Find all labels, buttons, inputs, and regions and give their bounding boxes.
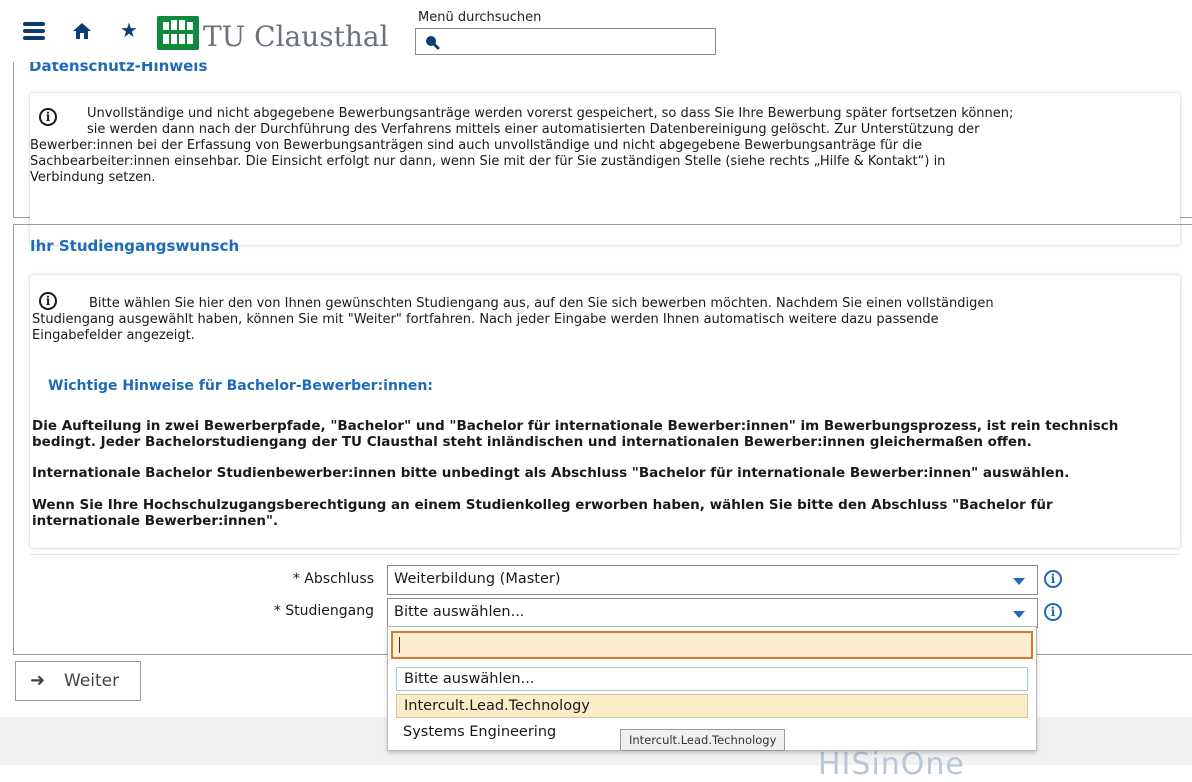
studiengang-label: * Studiengang xyxy=(273,603,374,619)
section-divider xyxy=(30,554,1180,555)
text-cursor xyxy=(399,637,400,653)
weiter-button-label: Weiter xyxy=(64,671,120,691)
tu-clausthal-emblem-icon xyxy=(157,16,199,50)
study-program-panel: Ihr Studiengangswunsch i Bitte wählen Si… xyxy=(13,224,1192,655)
privacy-panel: Datenschutz-Hinweis i Unvollständige und… xyxy=(13,45,1192,245)
info-icon: i xyxy=(39,108,57,126)
privacy-text-line: Sachbearbeiter:innen einsehbar. Die Eins… xyxy=(30,154,946,169)
search-icon xyxy=(426,36,440,50)
hint-paragraph-line: Wenn Sie Ihre Hochschulzugangsberechtigu… xyxy=(32,497,1053,513)
hint-paragraph-line: Internationale Bachelor Studienbewerber:… xyxy=(32,465,1070,481)
hint-paragraph-line: internationale Bewerber:innen". xyxy=(32,513,279,529)
privacy-text-line: Bewerber:innen bei der Erfassung von Bew… xyxy=(30,138,923,153)
dropdown-option[interactable]: Bitte auswählen... xyxy=(396,667,1028,691)
privacy-text-line: sie werden dann nach der Durchführung de… xyxy=(87,122,980,137)
chevron-down-icon xyxy=(1013,578,1025,585)
info-icon: i xyxy=(39,292,57,310)
weiter-button[interactable]: ➜ Weiter xyxy=(15,661,141,701)
study-info-line: Bitte wählen Sie hier den von Ihnen gewü… xyxy=(89,296,994,311)
study-panel-title: Ihr Studiengangswunsch xyxy=(30,237,240,255)
abschluss-select[interactable]: Weiterbildung (Master) xyxy=(387,565,1038,595)
home-icon[interactable] xyxy=(72,22,92,40)
hint-paragraph-line: Die Aufteilung in zwei Bewerberpfade, "B… xyxy=(32,418,1119,434)
logo-text: TU Clausthal xyxy=(203,20,389,53)
abschluss-value: Weiterbildung (Master) xyxy=(394,571,561,587)
abschluss-label: * Abschluss xyxy=(292,571,374,587)
tu-clausthal-logo[interactable]: TU Clausthal xyxy=(157,16,421,56)
menu-search-input[interactable] xyxy=(415,28,716,55)
menu-icon[interactable] xyxy=(23,22,45,40)
chevron-down-icon xyxy=(1013,611,1025,618)
studiengang-select[interactable]: Bitte auswählen... xyxy=(387,598,1038,628)
study-info-line: Studiengang ausgewählt haben, können Sie… xyxy=(32,312,939,327)
option-tooltip: Intercult.Lead.Technology xyxy=(620,729,786,751)
bachelor-hint-heading: Wichtige Hinweise für Bachelor-Bewerber:… xyxy=(48,378,433,394)
favorites-star-icon[interactable]: ★ xyxy=(120,18,138,42)
privacy-info-card: i Unvollständige und nicht abgegebene Be… xyxy=(30,93,1180,245)
privacy-text-line: Verbindung setzen. xyxy=(30,170,156,185)
privacy-text-line: Unvollständige und nicht abgegebene Bewe… xyxy=(87,106,1014,121)
arrow-right-icon: ➜ xyxy=(30,670,46,691)
studiengang-value: Bitte auswählen... xyxy=(394,604,525,620)
dropdown-search-input[interactable] xyxy=(391,631,1033,659)
studiengang-info-icon[interactable]: i xyxy=(1044,603,1062,621)
study-info-card: i Bitte wählen Sie hier den von Ihnen ge… xyxy=(30,275,1180,548)
hint-paragraph-line: bedingt. Jeder Bachelorstudiengang der T… xyxy=(32,434,1032,450)
top-header: ★ TU Clausthal Menü durchsuchen xyxy=(0,0,1192,62)
study-info-line: Eingabefelder angezeigt. xyxy=(32,328,195,343)
abschluss-info-icon[interactable]: i xyxy=(1044,570,1062,588)
menu-search-label: Menü durchsuchen xyxy=(418,10,542,25)
dropdown-option-highlighted[interactable]: Intercult.Lead.Technology xyxy=(396,694,1028,718)
